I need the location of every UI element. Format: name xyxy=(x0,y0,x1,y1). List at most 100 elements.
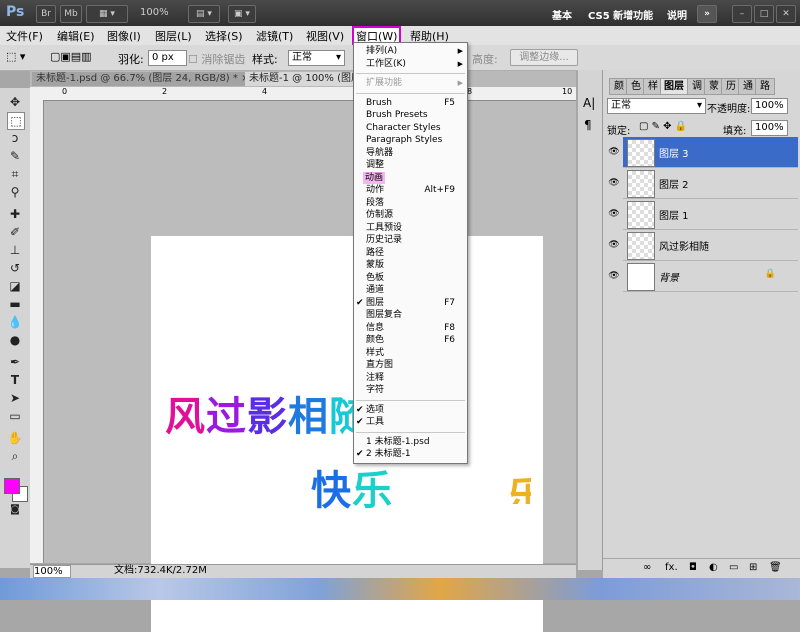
window-menu-item[interactable]: 仿制源 xyxy=(354,209,467,221)
fill-input[interactable]: 100% xyxy=(751,120,788,136)
lasso-tool-icon[interactable]: ↄ xyxy=(7,130,23,146)
menu-select[interactable]: 选择(S) xyxy=(205,28,243,44)
canvas-workspace[interactable]: 风过影相随 快乐 乐 xyxy=(44,101,576,632)
new-group-icon[interactable]: ▭ xyxy=(729,562,738,573)
zoom-tool-icon[interactable]: ⌕ xyxy=(7,448,23,464)
window-menu-item[interactable]: 导航器 xyxy=(354,147,467,159)
type-tool-icon[interactable]: T xyxy=(7,372,23,388)
window-menu-item[interactable]: 工具预设 xyxy=(354,222,467,234)
opacity-input[interactable]: 100% xyxy=(751,98,788,114)
eye-icon[interactable]: 👁 xyxy=(607,261,621,291)
window-menu-item[interactable]: ✔ 选项 xyxy=(354,404,467,416)
eye-icon[interactable]: 👁 xyxy=(607,199,621,229)
window-menu-item[interactable]: 历史记录 xyxy=(354,234,467,246)
window-menu-item[interactable]: 通道 xyxy=(354,284,467,296)
gradient-tool-icon[interactable]: ▬ xyxy=(7,296,23,312)
menu-filter[interactable]: 滤镜(T) xyxy=(256,28,293,44)
window-menu-item[interactable]: 蒙版 xyxy=(354,259,467,271)
layer-row-1[interactable]: 图层 1 xyxy=(623,199,798,230)
hand-tool-icon[interactable]: ✋ xyxy=(7,430,23,446)
shape-tool-icon[interactable]: ▭ xyxy=(7,408,23,424)
window-menu-item[interactable]: 工作区(K) ▶ xyxy=(354,58,467,70)
layer-row-2[interactable]: 图层 2 xyxy=(623,168,798,199)
window-menu-item[interactable]: ✔ 图层 F7 xyxy=(354,297,467,309)
eyedropper-tool-icon[interactable]: ⚲ xyxy=(7,184,23,200)
eraser-tool-icon[interactable]: ◪ xyxy=(7,278,23,294)
quick-select-tool-icon[interactable]: ✎ xyxy=(7,148,23,164)
antialias-checkbox[interactable]: ☐ 消除锯齿 xyxy=(188,51,245,67)
tab-document-1[interactable]: 未标题-1.psd @ 66.7% (图层 24, RGB/8) * × xyxy=(32,72,254,86)
window-menu-item[interactable]: Brush Presets xyxy=(354,109,467,121)
menu-edit[interactable]: 编辑(E) xyxy=(57,28,95,44)
link-layers-icon[interactable]: ∞ xyxy=(643,562,651,573)
character-panel-icon[interactable]: A| xyxy=(583,96,595,110)
dodge-tool-icon[interactable]: ● xyxy=(7,332,23,348)
view-extras-button[interactable]: ▦ ▾ xyxy=(86,5,128,23)
foreground-color-chip[interactable] xyxy=(4,478,20,494)
window-menu-item[interactable]: ✔ 2 未标题-1 xyxy=(354,448,467,460)
window-menu-item[interactable]: 段落 xyxy=(354,197,467,209)
blur-tool-icon[interactable]: 💧 xyxy=(7,314,23,330)
window-menu-item[interactable]: 注释 xyxy=(354,372,467,384)
menu-file[interactable]: 文件(F) xyxy=(6,28,43,44)
eye-icon[interactable]: 👁 xyxy=(607,230,621,260)
window-menu-item[interactable]: 信息 F8 xyxy=(354,322,467,334)
pen-tool-icon[interactable]: ✒ xyxy=(7,354,23,370)
marquee-tool-icon[interactable]: ⬚ xyxy=(7,112,25,130)
mini-bridge-button[interactable]: Mb xyxy=(60,5,82,23)
eye-icon[interactable]: 👁 xyxy=(607,137,621,167)
window-menu-item[interactable]: 直方图 xyxy=(354,359,467,371)
window-menu-item[interactable]: 1 未标题-1.psd xyxy=(354,436,467,448)
workspace-essentials[interactable]: 基本 xyxy=(552,7,572,22)
document-size[interactable]: 文档:732.4K/2.72M xyxy=(114,565,207,577)
workspace-cs5-new[interactable]: CS5 新增功能 xyxy=(588,7,653,22)
crop-tool-icon[interactable]: ⌗ xyxy=(7,166,23,182)
close-button[interactable]: ✕ xyxy=(776,5,796,23)
add-mask-icon[interactable]: ◘ xyxy=(689,562,697,573)
new-layer-icon[interactable]: ⊞ xyxy=(749,562,757,573)
menu-view[interactable]: 视图(V) xyxy=(306,28,344,44)
screen-mode-button[interactable]: ▣ ▾ xyxy=(228,5,256,23)
window-menu-item[interactable]: 调整 xyxy=(354,159,467,171)
tab-layers[interactable]: 图层 xyxy=(660,78,688,95)
quick-mask-icon[interactable]: ◙ xyxy=(7,502,23,518)
clone-stamp-icon[interactable]: ⊥ xyxy=(7,242,23,258)
menu-layer[interactable]: 图层(L) xyxy=(155,28,192,44)
refine-edge-button[interactable]: 调整边缘... xyxy=(510,49,578,66)
eye-icon[interactable]: 👁 xyxy=(607,168,621,198)
window-menu-item[interactable]: ✔ 工具 xyxy=(354,416,467,428)
brush-tool-icon[interactable]: ✐ xyxy=(7,224,23,240)
lock-icons[interactable]: ▢ ✎ ✥ 🔒 xyxy=(639,121,687,132)
menu-image[interactable]: 图像(I) xyxy=(107,28,141,44)
style-select[interactable]: 正常 ▾ xyxy=(288,50,345,66)
window-menu-item[interactable]: 颜色 F6 xyxy=(354,334,467,346)
bridge-button[interactable]: Br xyxy=(36,5,56,23)
window-menu-item[interactable]: 排列(A) ▶ xyxy=(354,45,467,57)
layer-row-text[interactable]: 风过影相随 xyxy=(623,230,798,261)
zoom-level-dropdown[interactable]: 100% xyxy=(140,7,169,18)
move-tool-icon[interactable]: ✥ xyxy=(7,94,23,110)
feather-input[interactable]: 0 px xyxy=(148,50,187,66)
window-menu-item[interactable]: 色板 xyxy=(354,272,467,284)
more-workspaces-button[interactable]: » xyxy=(697,5,717,23)
trash-icon[interactable]: 🗑 xyxy=(769,562,782,573)
status-zoom[interactable]: 100% xyxy=(33,565,71,578)
tab-paths[interactable]: 路 xyxy=(755,78,775,95)
arrange-documents-button[interactable]: ▤ ▾ xyxy=(188,5,220,23)
blend-mode-select[interactable]: 正常 ▾ xyxy=(607,98,706,114)
window-menu-item[interactable]: Paragraph Styles xyxy=(354,134,467,146)
window-menu-item[interactable]: 样式 xyxy=(354,347,467,359)
window-menu-item[interactable]: 字符 xyxy=(354,384,467,396)
maximize-button[interactable]: □ xyxy=(754,5,774,23)
selection-mode-icons[interactable]: ▢▣▤▥ xyxy=(50,50,92,63)
window-menu-item[interactable]: Brush F5 xyxy=(354,97,467,109)
layer-row-3[interactable]: 图层 3 xyxy=(623,137,798,168)
window-menu-item[interactable]: 图层复合 xyxy=(354,309,467,321)
history-brush-icon[interactable]: ↺ xyxy=(7,260,23,276)
path-select-icon[interactable]: ➤ xyxy=(7,390,23,406)
window-menu-item[interactable]: 动画 xyxy=(354,171,467,184)
window-menu-item[interactable]: 路径 xyxy=(354,247,467,259)
window-menu-item[interactable]: Character Styles xyxy=(354,122,467,134)
workspace-help[interactable]: 说明 xyxy=(667,7,687,22)
tab-document-2[interactable]: 未标题-1 @ 100% (图层 xyxy=(245,72,365,86)
